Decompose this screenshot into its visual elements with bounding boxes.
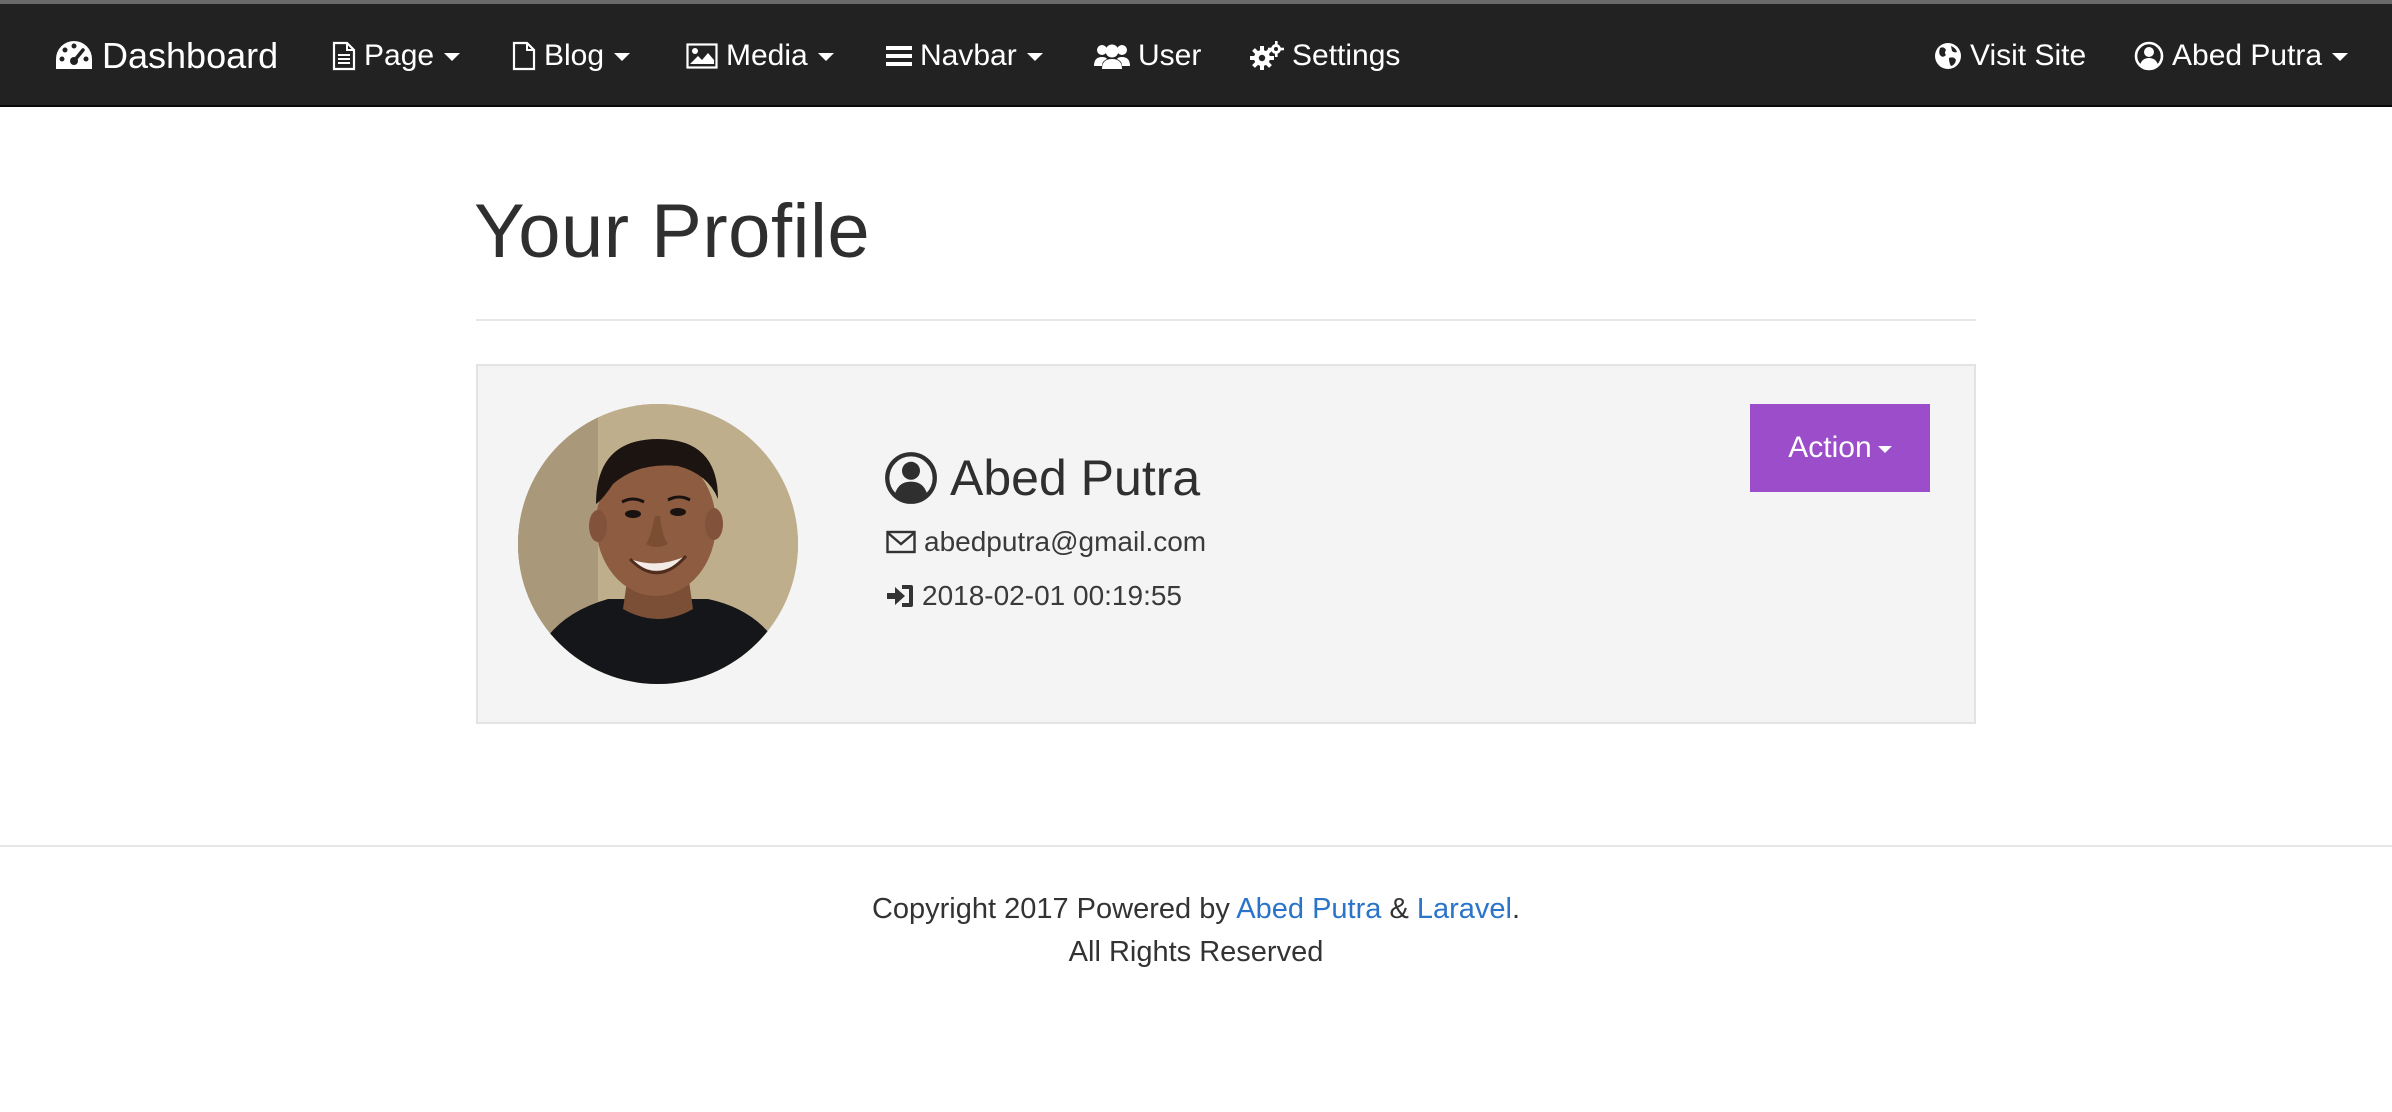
sign-in-icon <box>886 583 914 609</box>
title-divider <box>476 319 1976 321</box>
nav-navbar-dropdown[interactable]: Navbar <box>886 4 1043 107</box>
nav-media-dropdown[interactable]: Media <box>686 4 834 107</box>
profile-name-text: Abed Putra <box>950 450 1201 506</box>
footer-rights: All Rights Reserved <box>1068 936 1324 968</box>
chevron-down-icon <box>444 53 461 61</box>
dashboard-gauge-icon <box>54 39 94 73</box>
envelope-icon <box>886 530 916 554</box>
nav-settings-label: Settings <box>1292 38 1401 72</box>
brand-dashboard-link[interactable]: Dashboard <box>54 4 278 107</box>
profile-email: abedputra@gmail.com <box>886 522 1206 562</box>
profile-photo <box>518 404 798 684</box>
user-circle-icon <box>884 451 938 505</box>
chevron-down-icon <box>1877 446 1892 453</box>
nav-page-label: Page <box>364 38 435 72</box>
gears-icon <box>1250 40 1284 71</box>
chevron-down-icon <box>2332 53 2349 61</box>
footer: Copyright 2017 Powered by Abed Putra & L… <box>0 888 2392 974</box>
nav-user-label: User <box>1138 38 1202 72</box>
avatar <box>518 404 798 684</box>
file-text-icon <box>332 41 356 71</box>
file-icon <box>512 41 536 71</box>
action-dropdown-button[interactable]: Action <box>1750 404 1930 492</box>
profile-name: Abed Putra <box>884 446 1200 510</box>
visit-site-label: Visit Site <box>1970 38 2087 72</box>
chevron-down-icon <box>817 53 834 61</box>
user-circle-icon <box>2134 41 2164 71</box>
footer-divider <box>0 845 2392 847</box>
nav-page-dropdown[interactable]: Page <box>332 4 461 107</box>
nav-user-link[interactable]: User <box>1094 4 1201 107</box>
image-icon <box>686 42 718 69</box>
user-menu-label: Abed Putra <box>2172 38 2323 72</box>
nav-settings-link[interactable]: Settings <box>1250 4 1400 107</box>
profile-panel: Abed Putra abedputra@gmail.com 2018-02-0… <box>476 364 1976 724</box>
nav-media-label: Media <box>726 38 808 72</box>
profile-last-login-text: 2018-02-01 00:19:55 <box>922 580 1182 611</box>
footer-framework-link[interactable]: Laravel <box>1417 893 1512 925</box>
bars-icon <box>886 44 912 68</box>
footer-author-link[interactable]: Abed Putra <box>1236 893 1381 925</box>
nav-blog-label: Blog <box>544 38 605 72</box>
profile-last-login: 2018-02-01 00:19:55 <box>886 576 1182 616</box>
nav-blog-dropdown[interactable]: Blog <box>512 4 631 107</box>
top-navbar: Dashboard Page Blog Media Navbar User Se… <box>0 4 2392 107</box>
user-account-dropdown[interactable]: Abed Putra <box>2134 4 2349 107</box>
footer-copyright-prefix: Copyright 2017 Powered by <box>871 893 1237 925</box>
visit-site-link[interactable]: Visit Site <box>1934 4 2086 107</box>
footer-period: . <box>1511 893 1521 925</box>
footer-ampersand: & <box>1381 893 1417 925</box>
brand-label: Dashboard <box>102 34 279 76</box>
globe-icon <box>1934 42 1962 70</box>
nav-navbar-label: Navbar <box>920 38 1017 72</box>
chevron-down-icon <box>1026 53 1043 61</box>
chevron-down-icon <box>614 53 631 61</box>
profile-email-text: abedputra@gmail.com <box>924 526 1207 557</box>
page-title: Your Profile <box>474 189 871 274</box>
users-icon <box>1094 42 1130 70</box>
footer-copyright-line: Copyright 2017 Powered by Abed Putra & L… <box>0 888 2392 931</box>
action-button-label: Action <box>1788 431 1872 464</box>
